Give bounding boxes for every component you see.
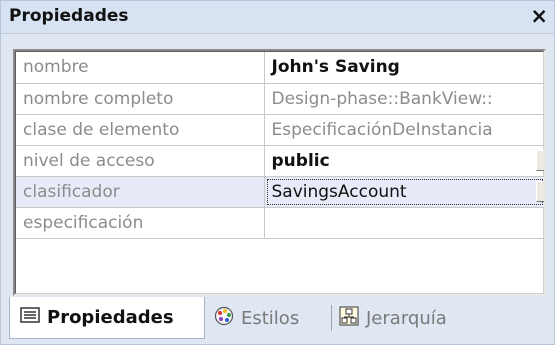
property-row-especificacion[interactable]: especificación <box>16 207 544 239</box>
close-icon[interactable]: × <box>530 4 548 28</box>
property-key: nombre <box>16 52 265 84</box>
classifier-dropdown-button[interactable] <box>536 180 546 202</box>
property-value-field: EspecificaciónDeInstancia <box>264 114 544 146</box>
property-key: nombre completo <box>16 83 265 115</box>
tab-label: Propiedades <box>47 307 174 328</box>
property-row-nombre[interactable]: nombre John's Saving <box>16 52 544 84</box>
palette-icon <box>214 306 234 331</box>
access-level-value: public <box>271 150 330 171</box>
chevron-down-icon <box>544 156 546 165</box>
tab-estilos[interactable]: Estilos <box>214 297 299 339</box>
classifier-select[interactable]: SavingsAccount <box>264 176 546 208</box>
tab-bar: Propiedades Estilos Jerarquía <box>9 297 549 341</box>
property-key: clasificador <box>16 176 265 208</box>
properties-window: Propiedades × nombre John's Saving nombr… <box>0 0 555 345</box>
property-key: clase de elemento <box>16 114 265 146</box>
properties-icon <box>20 307 40 328</box>
property-value-field[interactable]: John's Saving <box>264 52 544 84</box>
chevron-down-icon <box>544 187 546 196</box>
access-level-select[interactable]: public <box>264 145 546 177</box>
properties-grid-frame: nombre John's Saving nombre completo Des… <box>15 51 544 294</box>
window-title: Propiedades <box>9 6 129 26</box>
tab-label: Estilos <box>241 307 300 329</box>
tab-jerarquia[interactable]: Jerarquía <box>339 297 447 339</box>
tab-propiedades[interactable]: Propiedades <box>9 297 205 339</box>
property-value-field: Design-phase::BankView:: <box>264 83 544 115</box>
property-key: especificación <box>16 207 265 239</box>
tab-label: Jerarquía <box>366 307 447 329</box>
property-row-nombre-completo[interactable]: nombre completo Design-phase::BankView:: <box>16 83 544 115</box>
property-row-nivel-de-acceso[interactable]: nivel de acceso public <box>16 145 546 177</box>
property-row-clase-de-elemento[interactable]: clase de elemento EspecificaciónDeInstan… <box>16 114 544 146</box>
access-level-dropdown-button[interactable] <box>536 149 546 171</box>
property-row-clasificador[interactable]: clasificador SavingsAccount <box>16 176 546 208</box>
title-bar: Propiedades × <box>1 1 554 34</box>
property-key: nivel de acceso <box>16 145 265 177</box>
focus-outline <box>266 178 543 205</box>
property-value-field[interactable] <box>264 207 544 239</box>
hierarchy-icon <box>339 305 359 331</box>
properties-grid: nombre John's Saving nombre completo Des… <box>13 49 546 296</box>
tab-divider <box>331 305 332 331</box>
properties-table: nombre John's Saving nombre completo Des… <box>16 52 546 239</box>
